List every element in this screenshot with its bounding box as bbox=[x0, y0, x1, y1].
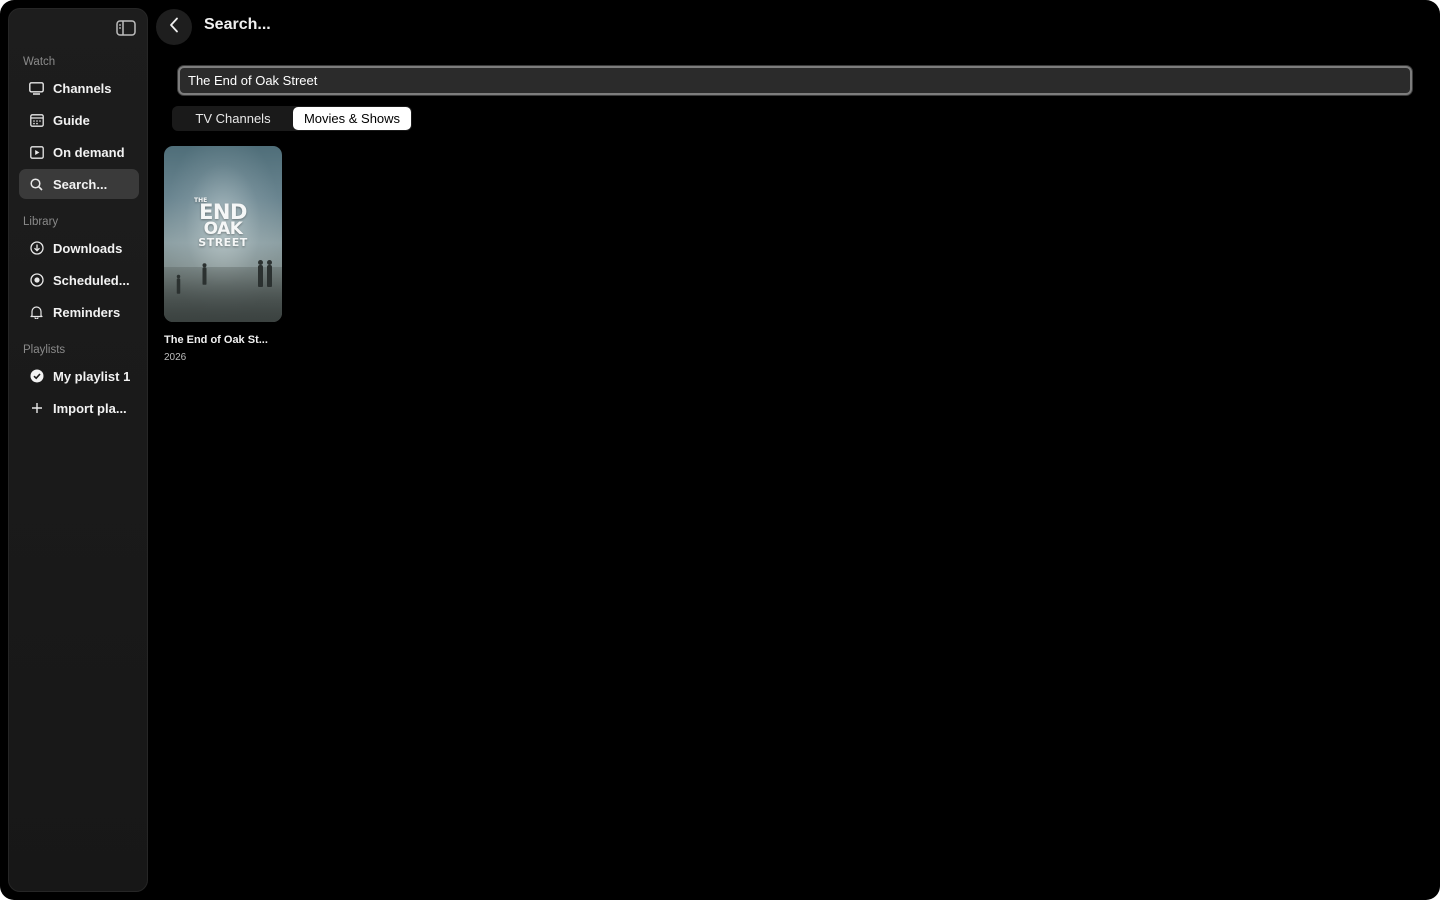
result-title: The End of Oak St... bbox=[164, 334, 268, 346]
sidebar-item-label: Guide bbox=[53, 112, 90, 128]
tab-tv-channels[interactable]: TV Channels bbox=[173, 107, 293, 130]
sidebar-item-label: Search... bbox=[53, 176, 108, 192]
sidebar-item-label: Scheduled... bbox=[53, 272, 130, 288]
plus-icon bbox=[29, 401, 44, 416]
search-icon bbox=[29, 177, 44, 192]
poster-figure bbox=[176, 274, 181, 294]
movie-poster[interactable]: THE END OAK STREET bbox=[164, 146, 282, 322]
result-card[interactable]: THE END OAK STREET The End of Oak St... … bbox=[164, 146, 284, 363]
section-label-watch: Watch bbox=[23, 56, 56, 68]
record-icon bbox=[29, 273, 44, 288]
sidebar-item-label: Channels bbox=[53, 80, 112, 96]
back-button[interactable] bbox=[156, 9, 192, 45]
poster-text-street: STREET bbox=[198, 235, 248, 249]
sidebar-item-label: On demand bbox=[53, 144, 125, 160]
sidebar-item-on-demand[interactable]: On demand bbox=[19, 137, 139, 167]
section-label-library: Library bbox=[23, 216, 59, 228]
check-circle-icon bbox=[29, 369, 44, 384]
sidebar-item-downloads[interactable]: Downloads bbox=[19, 233, 139, 263]
sidebar-item-search[interactable]: Search... bbox=[19, 169, 139, 199]
poster-figure bbox=[267, 260, 272, 287]
download-icon bbox=[29, 241, 44, 256]
sidebar-item-import-playlist[interactable]: Import pla... bbox=[19, 393, 139, 423]
app-window: Watch Channels Guide On demand Search...… bbox=[0, 0, 1440, 900]
sidebar-item-label: Downloads bbox=[53, 240, 123, 256]
poster-title-art: THE END OAK STREET bbox=[164, 197, 282, 249]
page-title: Search... bbox=[204, 16, 271, 33]
sidebar-item-label: Import pla... bbox=[53, 400, 127, 416]
sidebar-item-label: Reminders bbox=[53, 304, 121, 320]
search-input[interactable] bbox=[180, 68, 1410, 93]
calendar-icon bbox=[29, 113, 44, 128]
sidebar-toggle-icon[interactable] bbox=[115, 19, 137, 37]
chevron-left-icon bbox=[169, 17, 179, 38]
sidebar-item-my-playlist-1[interactable]: My playlist 1 bbox=[19, 361, 139, 391]
result-year: 2026 bbox=[164, 352, 187, 363]
tab-movies-shows[interactable]: Movies & Shows bbox=[293, 107, 411, 130]
bell-icon bbox=[29, 305, 44, 320]
search-field[interactable] bbox=[178, 66, 1412, 95]
sidebar: Watch Channels Guide On demand Search...… bbox=[8, 8, 148, 892]
play-square-icon bbox=[29, 145, 44, 160]
sidebar-item-guide[interactable]: Guide bbox=[19, 105, 139, 135]
poster-figure bbox=[258, 260, 263, 287]
sidebar-item-label: My playlist 1 bbox=[53, 368, 131, 384]
poster-figure bbox=[202, 263, 207, 285]
tv-icon bbox=[29, 81, 44, 96]
result-type-tabs: TV Channels Movies & Shows bbox=[172, 106, 412, 131]
sidebar-item-reminders[interactable]: Reminders bbox=[19, 297, 139, 327]
sidebar-item-scheduled[interactable]: Scheduled... bbox=[19, 265, 139, 295]
sidebar-item-channels[interactable]: Channels bbox=[19, 73, 139, 103]
poster-ground bbox=[164, 267, 282, 322]
section-label-playlists: Playlists bbox=[23, 344, 66, 356]
